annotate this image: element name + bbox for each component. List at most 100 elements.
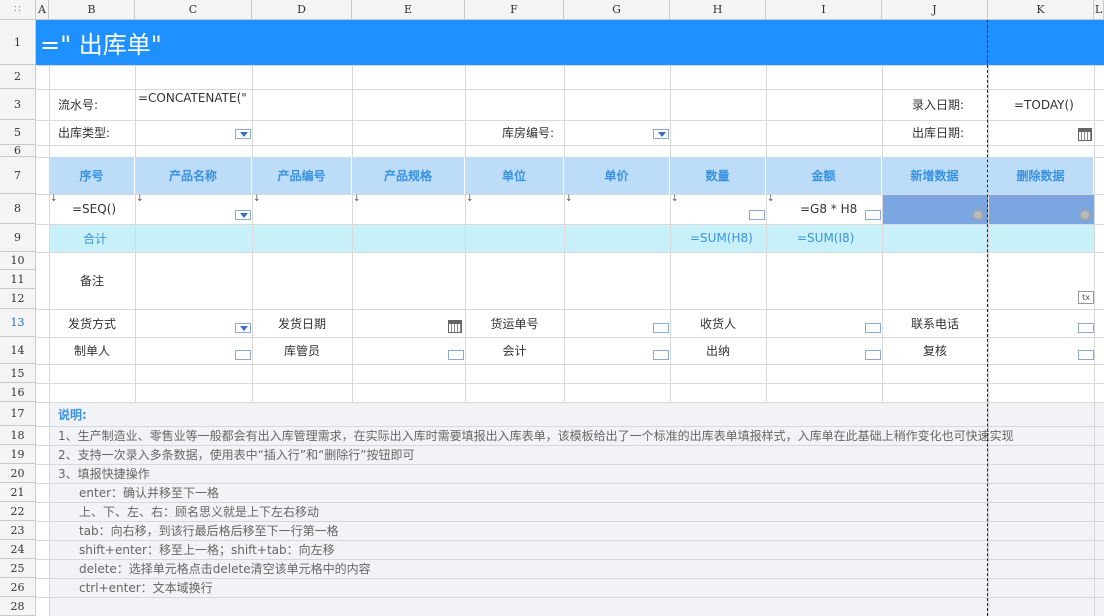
amount-input-icon[interactable]	[865, 210, 881, 220]
col-header-product-spec: 产品规格	[352, 157, 465, 194]
keeper-label: 库管员	[283, 344, 320, 358]
spreadsheet-grid[interactable]: =" 出库单" 流水号: =CONCATENATE(" 录入日期: =TODAY…	[36, 20, 1104, 616]
row-header-28[interactable]: 28	[0, 597, 36, 616]
row-header-11[interactable]: 11	[0, 270, 36, 289]
product-name-dropdown-icon[interactable]	[235, 210, 251, 220]
select-all-corner[interactable]: ∷	[0, 0, 36, 20]
out-date-calendar-icon[interactable]	[1078, 128, 1092, 141]
row-header-24[interactable]: 24	[0, 540, 36, 559]
cashier-input-icon[interactable]	[865, 350, 881, 360]
ship-date-calendar-icon[interactable]	[448, 320, 462, 333]
row-header-22[interactable]: 22	[0, 502, 36, 521]
qty-input-icon[interactable]	[749, 210, 765, 220]
col-header-amount: 金额	[766, 157, 882, 194]
keeper-input-icon[interactable]	[448, 350, 464, 360]
row-header-16[interactable]: 16	[0, 383, 36, 402]
ship-date-label: 发货日期	[277, 316, 326, 331]
column-header-h[interactable]: H	[670, 0, 766, 20]
waybill-input-icon[interactable]	[653, 323, 669, 333]
reviewer-input-icon[interactable]	[1078, 350, 1094, 360]
note-line: enter：确认并移至下一格	[79, 486, 220, 500]
row-header-3[interactable]: 3	[0, 89, 36, 120]
column-header-a[interactable]: A	[36, 0, 49, 20]
amount-cell[interactable]: =G8 * H8	[800, 194, 857, 224]
row-header-23[interactable]: 23	[0, 521, 36, 540]
row-header-5[interactable]: 5	[0, 120, 36, 145]
out-type-dropdown-icon[interactable]	[235, 129, 251, 139]
consignee-input-icon[interactable]	[865, 323, 881, 333]
row-header-12[interactable]: 12	[0, 289, 36, 309]
accountant-label: 会计	[502, 344, 527, 358]
sum-qty-cell[interactable]: =SUM(H8)	[690, 224, 753, 252]
page-title[interactable]: =" 出库单"	[36, 20, 1104, 65]
note-line: shift+enter：移至上一格；shift+tab：向左移	[79, 543, 335, 557]
expand-arrow-icon: ↓	[767, 194, 775, 204]
row-header-7[interactable]: 7	[0, 157, 36, 194]
note-line: 上、下、左、右：顾名思义就是上下左右移动	[79, 505, 320, 519]
add-row-icon[interactable]	[972, 209, 984, 221]
phone-label: 联系电话	[910, 316, 959, 331]
sum-amount-cell[interactable]: =SUM(I8)	[797, 224, 854, 252]
total-row-bg	[49, 224, 1094, 252]
row-header-20[interactable]: 20	[0, 464, 36, 483]
entry-date-cell[interactable]: =TODAY()	[1014, 89, 1074, 120]
accountant-input-icon[interactable]	[653, 350, 669, 360]
note-line: tab：向右移，到该行最后格后移至下一行第一格	[79, 524, 339, 538]
expand-arrow-icon: ↓	[253, 194, 261, 204]
expand-arrow-icon: ↓	[466, 194, 474, 204]
column-header-b[interactable]: B	[49, 0, 135, 20]
note-line: 3、填报快捷操作	[58, 467, 150, 481]
row-header-8[interactable]: 8	[0, 194, 36, 224]
row-header-25[interactable]: 25	[0, 559, 36, 578]
col-header-qty: 数量	[670, 157, 766, 194]
delete-row-icon[interactable]	[1079, 209, 1091, 221]
expand-arrow-icon: ↓	[565, 194, 573, 204]
col-header-product-name: 产品名称	[135, 157, 252, 194]
row-header-17[interactable]: 17	[0, 402, 36, 426]
ship-method-label: 发货方式	[67, 316, 116, 331]
col-header-delete-row: 删除数据	[988, 157, 1094, 194]
column-header-f[interactable]: F	[465, 0, 564, 20]
column-header-c[interactable]: C	[135, 0, 252, 20]
notes-title: 说明:	[58, 407, 87, 422]
row-header-10[interactable]: 10	[0, 252, 36, 270]
column-header-l[interactable]: L	[1094, 0, 1104, 20]
column-header-j[interactable]: J	[882, 0, 988, 20]
seq-cell[interactable]: =SEQ()	[72, 194, 116, 224]
col-header-unit: 单位	[465, 157, 564, 194]
note-line: 1、生产制造业、零售业等一般都会有出入库管理需求，在实际出入库时需要填报出入库表…	[58, 429, 1014, 443]
maker-input-icon[interactable]	[235, 350, 251, 360]
column-header-g[interactable]: G	[564, 0, 670, 20]
row-header-6[interactable]: 6	[0, 144, 36, 157]
col-header-price: 单价	[564, 157, 670, 194]
row-header-19[interactable]: 19	[0, 445, 36, 464]
row-header-21[interactable]: 21	[0, 483, 36, 502]
row-header-18[interactable]: 18	[0, 426, 36, 445]
column-header-d[interactable]: D	[252, 0, 352, 20]
serial-label: 流水号:	[58, 98, 99, 112]
expand-arrow-icon: ↓	[671, 194, 679, 204]
remarks-textarea[interactable]	[135, 252, 1094, 309]
row-header-13[interactable]: 13	[0, 309, 36, 337]
row-header-1[interactable]: 1	[0, 20, 36, 65]
note-line: delete：选择单元格点击delete清空该单元格中的内容	[79, 562, 371, 576]
serial-formula-cell[interactable]: =CONCATENATE("	[138, 89, 252, 107]
ship-method-dropdown-icon[interactable]	[235, 323, 251, 333]
phone-input-icon[interactable]	[1078, 323, 1094, 333]
row-header-15[interactable]: 15	[0, 364, 36, 383]
row-header-14[interactable]: 14	[0, 337, 36, 364]
text-area-icon[interactable]: tx	[1078, 291, 1094, 304]
row-header-9[interactable]: 9	[0, 224, 36, 252]
remarks-label: 备注	[79, 274, 104, 288]
column-header-k[interactable]: K	[988, 0, 1094, 20]
expand-arrow-icon: ↓	[353, 194, 361, 204]
column-header-i[interactable]: I	[766, 0, 882, 20]
entry-date-label: 录入日期:	[912, 98, 965, 112]
warehouse-dropdown-icon[interactable]	[653, 129, 669, 139]
reviewer-label: 复核	[922, 344, 947, 358]
expand-arrow-icon: ↓	[136, 194, 144, 204]
column-header-e[interactable]: E	[352, 0, 465, 20]
row-header-2[interactable]: 2	[0, 65, 36, 89]
col-header-product-code: 产品编号	[252, 157, 352, 194]
row-header-26[interactable]: 26	[0, 578, 36, 597]
